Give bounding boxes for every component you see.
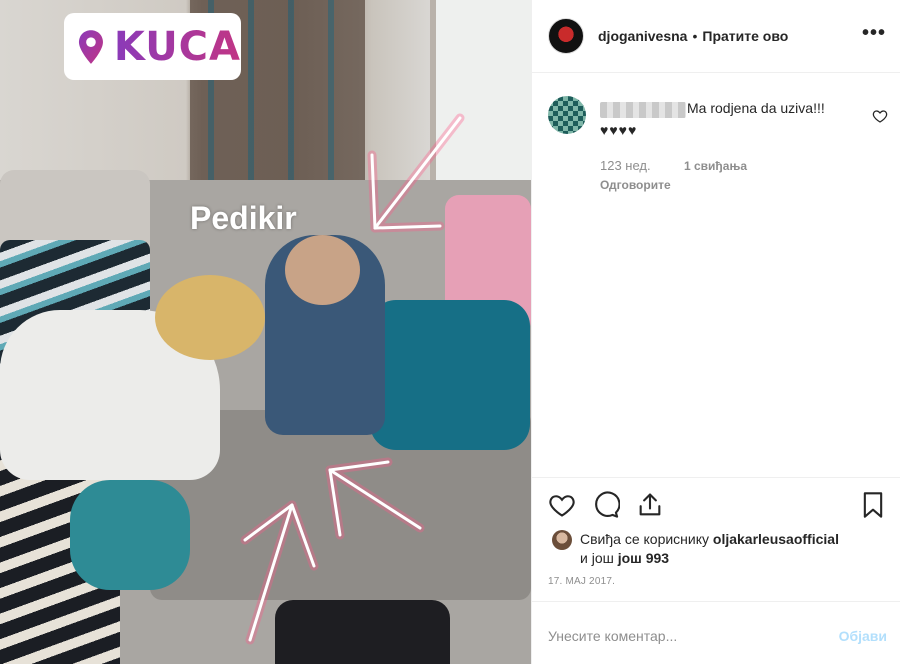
location-sticker-text: KUCA <box>113 23 241 70</box>
comment-hearts: ♥♥♥♥ <box>600 122 638 138</box>
comment-input[interactable]: Унесите коментар... <box>548 628 677 644</box>
header-separator: • <box>692 28 698 44</box>
more-options-icon[interactable]: ••• <box>862 22 886 45</box>
photo-caption-overlay: Pedikir <box>190 200 297 236</box>
post-date[interactable]: 17. МАЈ 2017. <box>548 576 615 587</box>
heart-icon[interactable] <box>548 491 576 519</box>
neon-arrows <box>240 113 465 645</box>
comment-likes[interactable]: 1 свиђања <box>684 159 747 173</box>
post-photo[interactable]: KUCA Pedikir <box>0 0 531 664</box>
bookmark-icon[interactable] <box>859 491 887 519</box>
post-header: djoganivesna • Пратите ово ••• <box>532 0 900 73</box>
liked-by-line: Свиђа се кориснику oljakarleusaofficial <box>580 531 839 547</box>
post-comment-button[interactable]: Објави <box>839 628 887 644</box>
post-modal: KUCA Pedikir djoganivesna • Пратите ово … <box>0 0 900 664</box>
comment-text: Ma rodjena da uziva!!! <box>687 100 825 116</box>
author-username[interactable]: djoganivesna <box>598 28 687 44</box>
comment-age[interactable]: 123 нед. <box>600 158 651 173</box>
author-avatar[interactable] <box>548 18 584 54</box>
liked-by-and: и још <box>580 550 614 566</box>
comments-list[interactable]: Ma rodjena da uziva!!! ♥♥♥♥ 123 нед. 1 с… <box>532 73 900 477</box>
location-pin-icon <box>78 29 103 64</box>
liked-by-others[interactable]: још 993 <box>618 550 669 566</box>
post-sidebar: djoganivesna • Пратите ово ••• Ma rodjen… <box>531 0 900 664</box>
liked-by-user[interactable]: oljakarleusaofficial <box>713 531 839 547</box>
liked-by-others-line: и још још 993 <box>580 550 669 566</box>
add-comment-bar: Унесите коментар... Објави <box>532 601 900 664</box>
commenter-avatar[interactable] <box>548 96 586 134</box>
commenter-username-blurred[interactable] <box>600 102 686 118</box>
follow-button[interactable]: Пратите ово <box>702 28 788 44</box>
comment-heart-icon[interactable] <box>872 108 888 124</box>
reply-button[interactable]: Одговорите <box>600 178 671 192</box>
location-sticker: KUCA <box>64 13 241 80</box>
speech-bubble-icon[interactable] <box>592 491 620 519</box>
liker-avatar[interactable] <box>552 530 572 550</box>
post-actions-bar <box>532 477 900 527</box>
share-icon[interactable] <box>636 491 664 519</box>
liked-by-prefix: Свиђа се кориснику <box>580 531 710 547</box>
